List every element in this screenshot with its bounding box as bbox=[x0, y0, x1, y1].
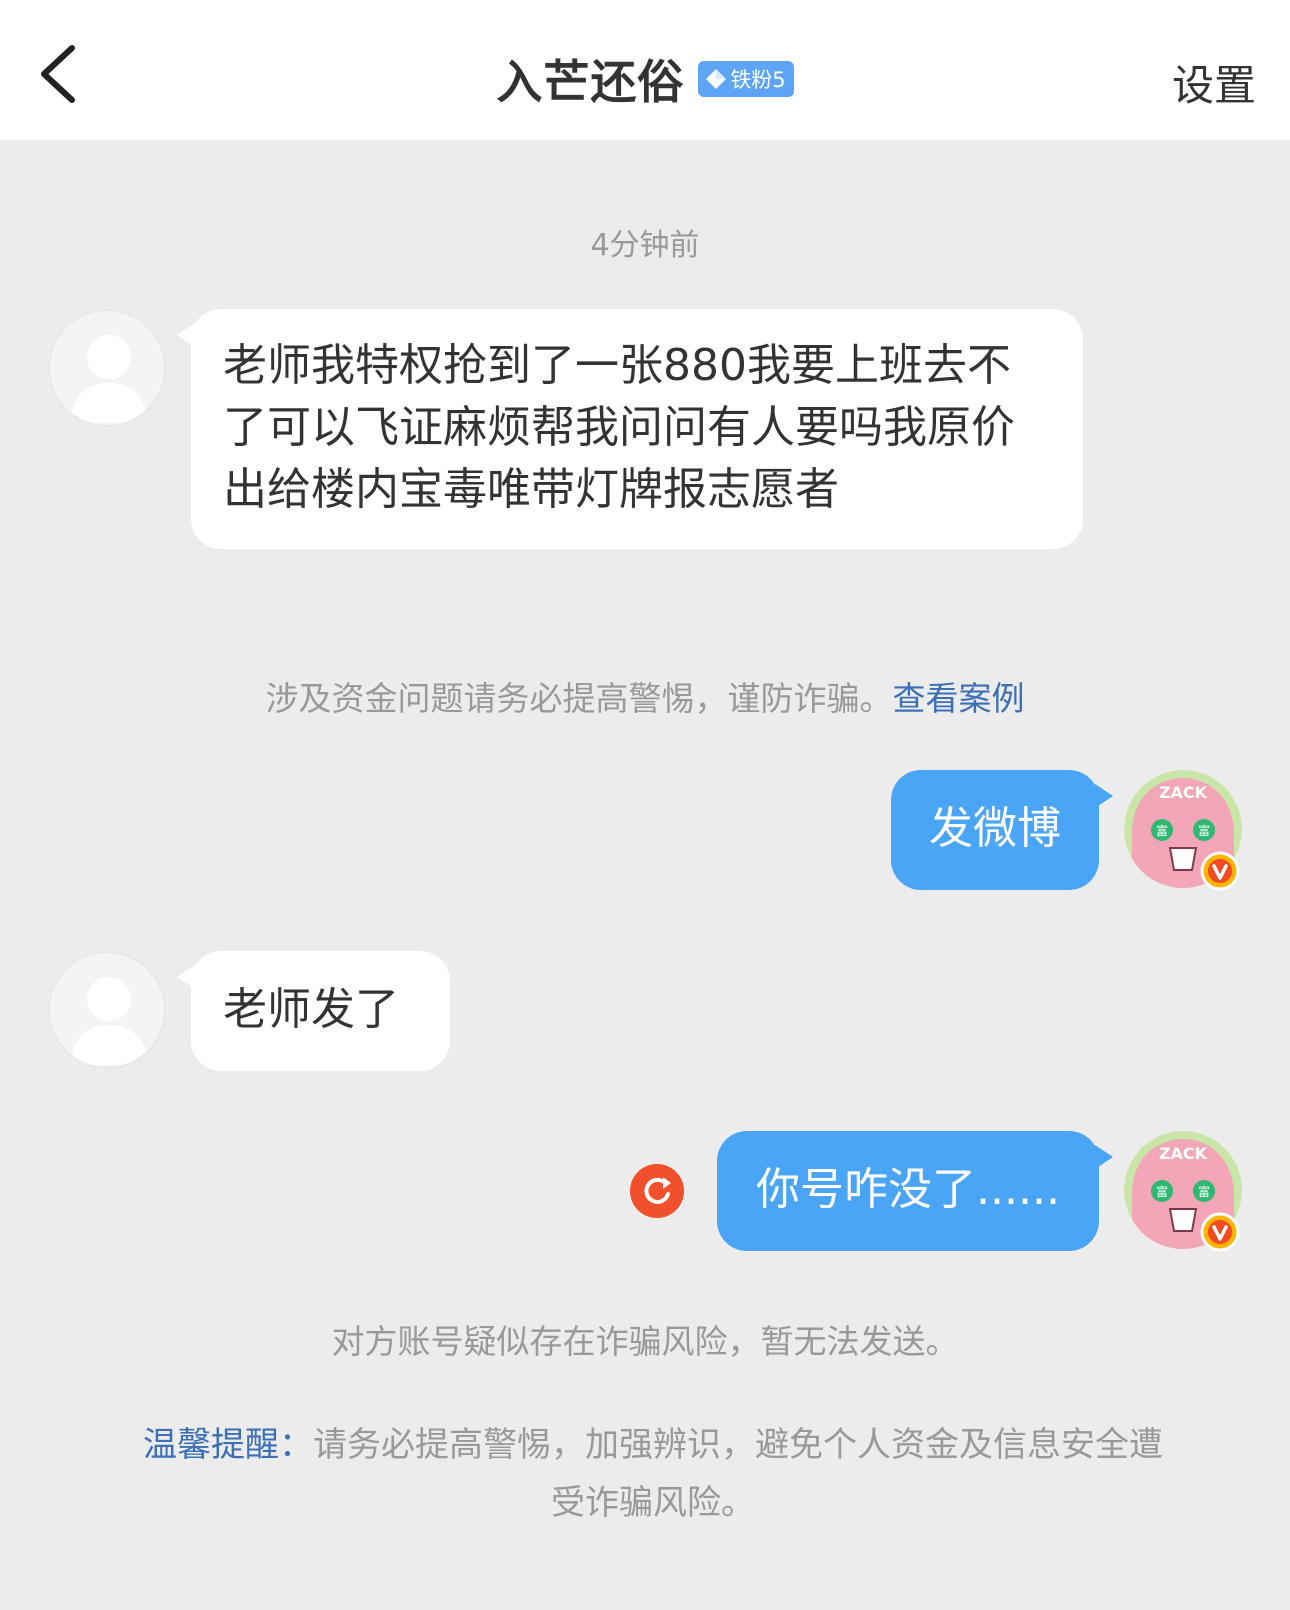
send-failed-notice: 对方账号疑似存在诈骗风险，暂无法发送。 bbox=[331, 1322, 959, 1361]
avatar-eye-text: 富 bbox=[1156, 1184, 1168, 1199]
contact-avatar[interactable] bbox=[48, 951, 166, 1069]
default-user-icon bbox=[70, 977, 148, 1065]
diamond-icon bbox=[706, 69, 727, 89]
bubble-tail bbox=[177, 323, 195, 347]
verified-v-icon bbox=[1200, 1212, 1240, 1252]
message-text: 你号咋没了...... bbox=[756, 1164, 1060, 1215]
message-text: 老师发了 bbox=[223, 984, 399, 1035]
fraud-warning-notice: 涉及资金问题请务必提高警惕，谨防诈骗。查看案例 bbox=[0, 672, 1290, 720]
bubble-tail bbox=[1095, 1145, 1113, 1169]
warm-tip-text: 请务必提高警惕，加强辨识，避免个人资金及信息安全遭受诈骗风险。 bbox=[313, 1425, 1163, 1523]
avatar-eye-text: 富 bbox=[1198, 1184, 1210, 1199]
message-timestamp: 4分钟前 bbox=[590, 228, 700, 263]
message-text: 老师我特权抢到了一张880我要上班去不了可以飞证麻烦帮我问问有人要吗我原价出给楼… bbox=[223, 340, 1015, 515]
fan-level-badge[interactable]: 铁粉5 bbox=[698, 61, 794, 97]
verified-v-icon bbox=[1200, 851, 1240, 891]
retry-icon[interactable] bbox=[630, 1164, 684, 1218]
avatar-eye-text: 富 bbox=[1198, 823, 1210, 838]
avatar-banner-text: ZACK bbox=[1159, 1144, 1208, 1163]
avatar-banner-text: ZACK bbox=[1159, 783, 1208, 802]
page-title[interactable]: 入芒还俗 bbox=[496, 46, 684, 112]
bubble-tail bbox=[177, 965, 195, 989]
message-text: 发微博 bbox=[929, 803, 1061, 854]
nav-header: 入芒还俗 铁粉5 设置 bbox=[0, 0, 1290, 140]
message-bubble-outgoing-failed[interactable]: 你号咋没了...... bbox=[717, 1131, 1113, 1251]
view-cases-link[interactable]: 查看案例 bbox=[893, 679, 1025, 718]
fraud-warning-text: 涉及资金问题请务必提高警惕，谨防诈骗。 bbox=[265, 679, 893, 718]
default-user-icon bbox=[70, 335, 148, 423]
message-bubble-incoming[interactable]: 老师发了 bbox=[177, 951, 450, 1071]
warm-tip: 温馨提醒：请务必提高警惕，加强辨识，避免个人资金及信息安全遭受诈骗风险。 bbox=[128, 1416, 1178, 1532]
fan-badge-label: 铁粉5 bbox=[730, 68, 786, 92]
avatar-eye-text: 富 bbox=[1156, 823, 1168, 838]
bubble-tail bbox=[1095, 784, 1113, 808]
message-bubble-outgoing[interactable]: 发微博 bbox=[891, 770, 1113, 890]
contact-avatar[interactable] bbox=[48, 309, 166, 427]
warm-tip-label: 温馨提醒： bbox=[143, 1425, 313, 1465]
settings-button[interactable]: 设置 bbox=[1172, 52, 1256, 113]
title-area: 入芒还俗 铁粉5 bbox=[0, 46, 1290, 112]
message-bubble-incoming[interactable]: 老师我特权抢到了一张880我要上班去不了可以飞证麻烦帮我问问有人要吗我原价出给楼… bbox=[177, 309, 1083, 549]
